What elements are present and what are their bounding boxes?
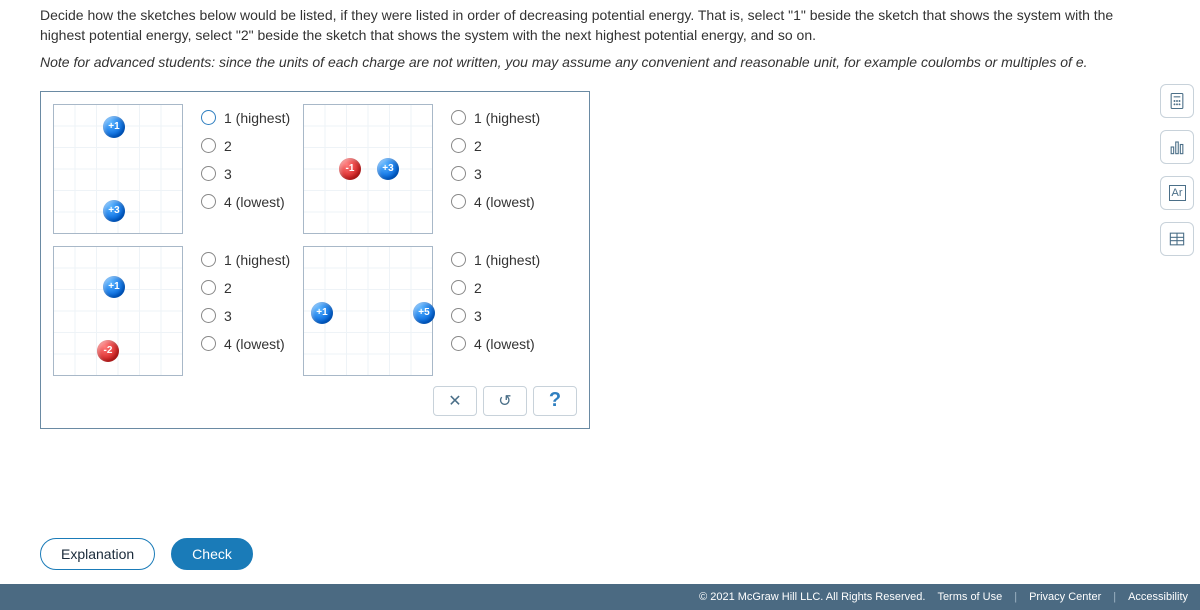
sketch-d: +1 +5 [303, 246, 433, 376]
charge-plus1: +1 [103, 276, 125, 298]
explanation-button[interactable]: Explanation [40, 538, 155, 570]
option-label: 2 [224, 138, 232, 154]
charge-plus3: +3 [103, 200, 125, 222]
instructions-text: Decide how the sketches below would be l… [0, 0, 1200, 45]
calculator-button[interactable] [1160, 84, 1194, 118]
option-b-3[interactable]: 3 [451, 166, 553, 182]
option-label: 1 (highest) [224, 110, 290, 126]
option-label: 4 (lowest) [224, 194, 285, 210]
option-a-2[interactable]: 2 [201, 138, 303, 154]
option-label: 3 [474, 308, 482, 324]
x-icon: ✕ [448, 391, 461, 411]
radio-icon [201, 280, 216, 295]
radio-icon [451, 110, 466, 125]
separator: | [1113, 591, 1116, 603]
charge-plus1: +1 [103, 116, 125, 138]
calculator-icon [1167, 91, 1187, 111]
radio-icon [201, 194, 216, 209]
separator: | [1014, 591, 1017, 603]
note-text: Note for advanced students: since the un… [0, 45, 1200, 73]
option-a-4[interactable]: 4 (lowest) [201, 194, 303, 210]
check-button[interactable]: Check [171, 538, 253, 570]
options-b: 1 (highest) 2 3 4 (lowest) [433, 104, 553, 210]
help-button[interactable]: ? [533, 386, 577, 416]
radio-icon [201, 308, 216, 323]
terms-link[interactable]: Terms of Use [937, 591, 1002, 603]
option-label: 1 (highest) [474, 110, 540, 126]
option-b-4[interactable]: 4 (lowest) [451, 194, 553, 210]
accessibility-link[interactable]: Accessibility [1128, 591, 1188, 603]
option-label: 1 (highest) [224, 252, 290, 268]
note-variable: e [1076, 54, 1084, 70]
reset-button[interactable]: ↺ [483, 386, 527, 416]
copyright-text: © 2021 McGraw Hill LLC. All Rights Reser… [699, 591, 925, 603]
radio-icon [451, 166, 466, 181]
note-body: since the units of each charge are not w… [215, 54, 1076, 70]
option-b-2[interactable]: 2 [451, 138, 553, 154]
option-b-1[interactable]: 1 (highest) [451, 110, 553, 126]
option-a-1[interactable]: 1 (highest) [201, 110, 303, 126]
option-label: 4 (lowest) [474, 194, 535, 210]
question-icon: ? [549, 389, 561, 412]
sketch-b: -1 +3 [303, 104, 433, 234]
option-d-1[interactable]: 1 (highest) [451, 252, 553, 268]
radio-icon [201, 336, 216, 351]
option-label: 3 [474, 166, 482, 182]
option-label: 4 (lowest) [224, 336, 285, 352]
bar-chart-icon [1167, 137, 1187, 157]
radio-icon [451, 336, 466, 351]
undo-icon: ↺ [498, 391, 511, 411]
radio-icon [201, 110, 216, 125]
radio-icon [451, 194, 466, 209]
note-suffix: . [1084, 54, 1088, 70]
radio-icon [201, 138, 216, 153]
option-label: 2 [474, 138, 482, 154]
periodic-table-button[interactable]: Ar [1160, 176, 1194, 210]
radio-icon [451, 138, 466, 153]
sketch-c: +1 -2 [53, 246, 183, 376]
option-label: 3 [224, 308, 232, 324]
option-label: 4 (lowest) [474, 336, 535, 352]
charge-minus2: -2 [97, 340, 119, 362]
work-area: +1 +3 1 (highest) 2 3 4 (lowest) -1 +3 1 (… [40, 91, 590, 429]
option-d-3[interactable]: 3 [451, 308, 553, 324]
side-tools: Ar [1160, 84, 1194, 256]
option-d-2[interactable]: 2 [451, 280, 553, 296]
options-a: 1 (highest) 2 3 4 (lowest) [183, 104, 303, 210]
option-c-1[interactable]: 1 (highest) [201, 252, 303, 268]
radio-icon [451, 252, 466, 267]
charge-minus1: -1 [339, 158, 361, 180]
option-d-4[interactable]: 4 (lowest) [451, 336, 553, 352]
sketch-a: +1 +3 [53, 104, 183, 234]
options-c: 1 (highest) 2 3 4 (lowest) [183, 246, 303, 352]
option-c-2[interactable]: 2 [201, 280, 303, 296]
option-label: 1 (highest) [474, 252, 540, 268]
option-label: 2 [224, 280, 232, 296]
charge-plus1: +1 [311, 302, 333, 324]
radio-icon [451, 308, 466, 323]
chart-button[interactable] [1160, 130, 1194, 164]
table-icon [1167, 229, 1187, 249]
options-d: 1 (highest) 2 3 4 (lowest) [433, 246, 553, 352]
clear-button[interactable]: ✕ [433, 386, 477, 416]
radio-icon [201, 252, 216, 267]
radio-icon [201, 166, 216, 181]
option-label: 2 [474, 280, 482, 296]
element-ar-icon: Ar [1169, 185, 1186, 201]
radio-icon [451, 280, 466, 295]
charge-plus3: +3 [377, 158, 399, 180]
answer-toolbar: ✕ ↺ ? [53, 376, 577, 416]
charge-plus5: +5 [413, 302, 435, 324]
option-label: 3 [224, 166, 232, 182]
option-a-3[interactable]: 3 [201, 166, 303, 182]
option-c-3[interactable]: 3 [201, 308, 303, 324]
footer: © 2021 McGraw Hill LLC. All Rights Reser… [0, 584, 1200, 610]
privacy-link[interactable]: Privacy Center [1029, 591, 1101, 603]
data-table-button[interactable] [1160, 222, 1194, 256]
bottom-bar: Explanation Check [40, 538, 253, 570]
option-c-4[interactable]: 4 (lowest) [201, 336, 303, 352]
note-prefix: Note for advanced students: [40, 54, 215, 70]
